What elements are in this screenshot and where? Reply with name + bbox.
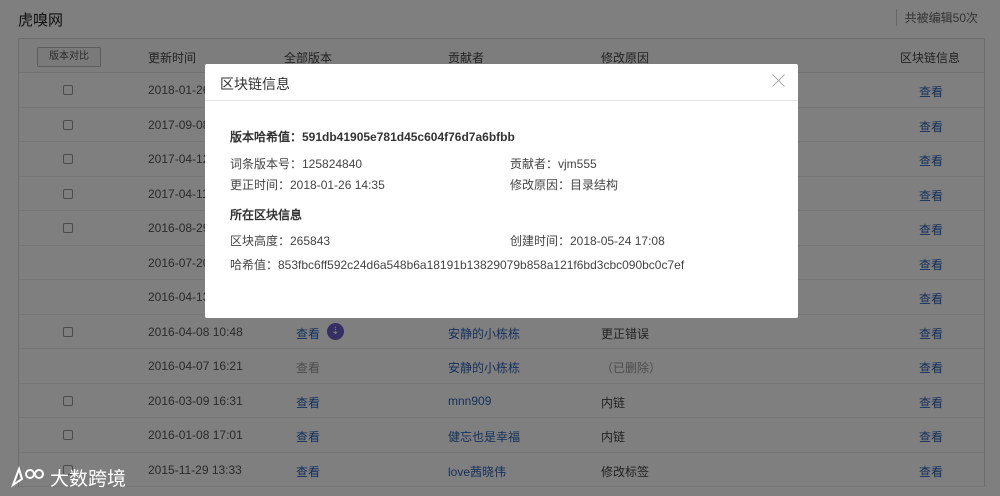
entry-version: 词条版本号：125824840	[230, 157, 363, 171]
blockchain-info-dialog: 区块链信息 版本哈希值：591db41905e781d45c604f76d7a6…	[205, 64, 798, 318]
version-hash: 版本哈希值：591db41905e781d45c604f76d7a6bfbb	[230, 130, 515, 144]
watermark-text: 大数跨境	[50, 468, 127, 490]
update-time: 更正时间：2018-01-26 14:35	[230, 178, 385, 192]
close-icon[interactable]	[772, 73, 786, 87]
block-hash: 哈希值：853fbc6ff592c24d6a548b6a18191b138290…	[230, 258, 685, 272]
block-height: 区块高度：265843	[230, 234, 331, 248]
dialog-title: 区块链信息	[220, 76, 290, 92]
brand-logo-icon	[10, 465, 44, 488]
watermark: 大数跨境	[10, 463, 126, 491]
contributor: 贡献者：vjm555	[510, 157, 597, 171]
dialog-header: 区块链信息	[205, 64, 798, 101]
created-time: 创建时间：2018-05-24 17:08	[510, 234, 665, 248]
edit-reason: 修改原因：目录结构	[510, 178, 619, 192]
block-section-title: 所在区块信息	[230, 208, 303, 222]
